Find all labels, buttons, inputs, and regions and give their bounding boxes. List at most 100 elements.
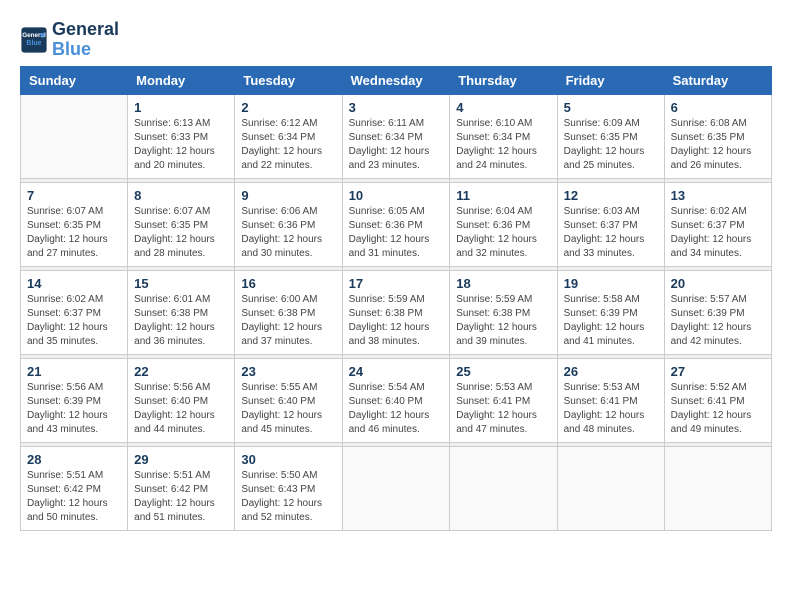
- calendar-cell: 12 Sunrise: 6:03 AM Sunset: 6:37 PM Dayli…: [557, 182, 664, 266]
- calendar-cell: 8 Sunrise: 6:07 AM Sunset: 6:35 PM Daylig…: [128, 182, 235, 266]
- calendar-cell: 4Sunrise: 6:10 AM Sunset: 6:34 PM Daylig…: [450, 94, 557, 178]
- day-info: Sunrise: 6:02 AM Sunset: 6:37 PM Dayligh…: [27, 293, 121, 349]
- calendar-week-row: 21 Sunrise: 5:56 AM Sunset: 6:39 PM Dayli…: [21, 358, 772, 442]
- calendar-cell: 13Sunrise: 6:02 AM Sunset: 6:37 PM Dayli…: [664, 182, 771, 266]
- day-info: Sunrise: 5:51 AM Sunset: 6:42 PM Dayligh…: [27, 469, 121, 525]
- day-number: 20: [671, 276, 765, 291]
- calendar-week-row: 7 Sunrise: 6:07 AM Sunset: 6:35 PM Daylig…: [21, 182, 772, 266]
- day-number: 18: [456, 276, 550, 291]
- day-number: 24: [349, 364, 444, 379]
- day-info: Sunrise: 5:57 AM Sunset: 6:39 PM Dayligh…: [671, 293, 765, 349]
- calendar-header-row: SundayMondayTuesdayWednesdayThursdayFrid…: [21, 66, 772, 94]
- calendar-cell: 24 Sunrise: 5:54 AM Sunset: 6:40 PM Dayli…: [342, 358, 450, 442]
- weekday-header: Wednesday: [342, 66, 450, 94]
- svg-text:Blue: Blue: [26, 40, 41, 47]
- calendar-cell: 29 Sunrise: 5:51 AM Sunset: 6:42 PM Dayli…: [128, 446, 235, 530]
- day-info: Sunrise: 5:54 AM Sunset: 6:40 PM Dayligh…: [349, 381, 444, 437]
- calendar-cell: 7 Sunrise: 6:07 AM Sunset: 6:35 PM Daylig…: [21, 182, 128, 266]
- day-number: 8: [134, 188, 228, 203]
- weekday-header: Thursday: [450, 66, 557, 94]
- weekday-header: Tuesday: [235, 66, 342, 94]
- weekday-header: Sunday: [21, 66, 128, 94]
- day-number: 10: [349, 188, 444, 203]
- weekday-header: Friday: [557, 66, 664, 94]
- calendar-cell: [21, 94, 128, 178]
- day-number: 15: [134, 276, 228, 291]
- day-info: Sunrise: 5:55 AM Sunset: 6:40 PM Dayligh…: [241, 381, 335, 437]
- day-info: Sunrise: 5:58 AM Sunset: 6:39 PM Dayligh…: [564, 293, 658, 349]
- day-info: Sunrise: 6:13 AM Sunset: 6:33 PM Dayligh…: [134, 117, 228, 173]
- day-number: 7: [27, 188, 121, 203]
- day-number: 1: [134, 100, 228, 115]
- day-number: 14: [27, 276, 121, 291]
- day-info: Sunrise: 6:07 AM Sunset: 6:35 PM Dayligh…: [27, 205, 121, 261]
- calendar-cell: 23 Sunrise: 5:55 AM Sunset: 6:40 PM Dayli…: [235, 358, 342, 442]
- calendar-week-row: 14 Sunrise: 6:02 AM Sunset: 6:37 PM Dayli…: [21, 270, 772, 354]
- day-info: Sunrise: 5:56 AM Sunset: 6:40 PM Dayligh…: [134, 381, 228, 437]
- calendar-cell: 9Sunrise: 6:06 AM Sunset: 6:36 PM Daylig…: [235, 182, 342, 266]
- calendar-cell: 22 Sunrise: 5:56 AM Sunset: 6:40 PM Dayli…: [128, 358, 235, 442]
- day-number: 13: [671, 188, 765, 203]
- day-number: 19: [564, 276, 658, 291]
- day-number: 16: [241, 276, 335, 291]
- day-info: Sunrise: 5:59 AM Sunset: 6:38 PM Dayligh…: [456, 293, 550, 349]
- day-number: 29: [134, 452, 228, 467]
- calendar-cell: 21 Sunrise: 5:56 AM Sunset: 6:39 PM Dayli…: [21, 358, 128, 442]
- calendar-cell: 14 Sunrise: 6:02 AM Sunset: 6:37 PM Dayli…: [21, 270, 128, 354]
- calendar-cell: 15Sunrise: 6:01 AM Sunset: 6:38 PM Dayli…: [128, 270, 235, 354]
- day-info: Sunrise: 6:09 AM Sunset: 6:35 PM Dayligh…: [564, 117, 658, 173]
- day-info: Sunrise: 5:56 AM Sunset: 6:39 PM Dayligh…: [27, 381, 121, 437]
- calendar-cell: 5 Sunrise: 6:09 AM Sunset: 6:35 PM Daylig…: [557, 94, 664, 178]
- day-info: Sunrise: 5:51 AM Sunset: 6:42 PM Dayligh…: [134, 469, 228, 525]
- calendar-cell: 1 Sunrise: 6:13 AM Sunset: 6:33 PM Daylig…: [128, 94, 235, 178]
- day-info: Sunrise: 6:03 AM Sunset: 6:37 PM Dayligh…: [564, 205, 658, 261]
- calendar-cell: 26Sunrise: 5:53 AM Sunset: 6:41 PM Dayli…: [557, 358, 664, 442]
- day-info: Sunrise: 6:07 AM Sunset: 6:35 PM Dayligh…: [134, 205, 228, 261]
- day-info: Sunrise: 6:11 AM Sunset: 6:34 PM Dayligh…: [349, 117, 444, 173]
- day-number: 12: [564, 188, 658, 203]
- day-number: 4: [456, 100, 550, 115]
- day-number: 27: [671, 364, 765, 379]
- day-info: Sunrise: 6:00 AM Sunset: 6:38 PM Dayligh…: [241, 293, 335, 349]
- logo: General Blue General Blue: [20, 20, 119, 60]
- calendar-week-row: 1 Sunrise: 6:13 AM Sunset: 6:33 PM Daylig…: [21, 94, 772, 178]
- calendar-cell: 2 Sunrise: 6:12 AM Sunset: 6:34 PM Daylig…: [235, 94, 342, 178]
- day-number: 28: [27, 452, 121, 467]
- day-info: Sunrise: 6:05 AM Sunset: 6:36 PM Dayligh…: [349, 205, 444, 261]
- calendar-cell: [664, 446, 771, 530]
- weekday-header: Monday: [128, 66, 235, 94]
- day-number: 5: [564, 100, 658, 115]
- calendar-cell: 25 Sunrise: 5:53 AM Sunset: 6:41 PM Dayli…: [450, 358, 557, 442]
- day-number: 11: [456, 188, 550, 203]
- day-number: 30: [241, 452, 335, 467]
- day-number: 25: [456, 364, 550, 379]
- day-number: 26: [564, 364, 658, 379]
- day-number: 17: [349, 276, 444, 291]
- calendar-cell: 11Sunrise: 6:04 AM Sunset: 6:36 PM Dayli…: [450, 182, 557, 266]
- calendar-table: SundayMondayTuesdayWednesdayThursdayFrid…: [20, 66, 772, 531]
- day-number: 2: [241, 100, 335, 115]
- day-number: 9: [241, 188, 335, 203]
- day-info: Sunrise: 6:12 AM Sunset: 6:34 PM Dayligh…: [241, 117, 335, 173]
- logo-icon: General Blue: [20, 26, 48, 54]
- calendar-cell: 19 Sunrise: 5:58 AM Sunset: 6:39 PM Dayli…: [557, 270, 664, 354]
- day-info: Sunrise: 5:50 AM Sunset: 6:43 PM Dayligh…: [241, 469, 335, 525]
- calendar-cell: 3 Sunrise: 6:11 AM Sunset: 6:34 PM Daylig…: [342, 94, 450, 178]
- day-number: 23: [241, 364, 335, 379]
- logo-text: General Blue: [52, 20, 119, 60]
- day-number: 22: [134, 364, 228, 379]
- day-number: 6: [671, 100, 765, 115]
- day-number: 21: [27, 364, 121, 379]
- calendar-cell: 18 Sunrise: 5:59 AM Sunset: 6:38 PM Dayli…: [450, 270, 557, 354]
- page-header: General Blue General Blue: [20, 20, 772, 60]
- calendar-cell: 20 Sunrise: 5:57 AM Sunset: 6:39 PM Dayli…: [664, 270, 771, 354]
- weekday-header: Saturday: [664, 66, 771, 94]
- calendar-cell: [557, 446, 664, 530]
- day-info: Sunrise: 5:53 AM Sunset: 6:41 PM Dayligh…: [456, 381, 550, 437]
- calendar-cell: 10 Sunrise: 6:05 AM Sunset: 6:36 PM Dayli…: [342, 182, 450, 266]
- calendar-cell: 16 Sunrise: 6:00 AM Sunset: 6:38 PM Dayli…: [235, 270, 342, 354]
- calendar-cell: 30 Sunrise: 5:50 AM Sunset: 6:43 PM Dayli…: [235, 446, 342, 530]
- day-number: 3: [349, 100, 444, 115]
- calendar-cell: [342, 446, 450, 530]
- calendar-cell: 27Sunrise: 5:52 AM Sunset: 6:41 PM Dayli…: [664, 358, 771, 442]
